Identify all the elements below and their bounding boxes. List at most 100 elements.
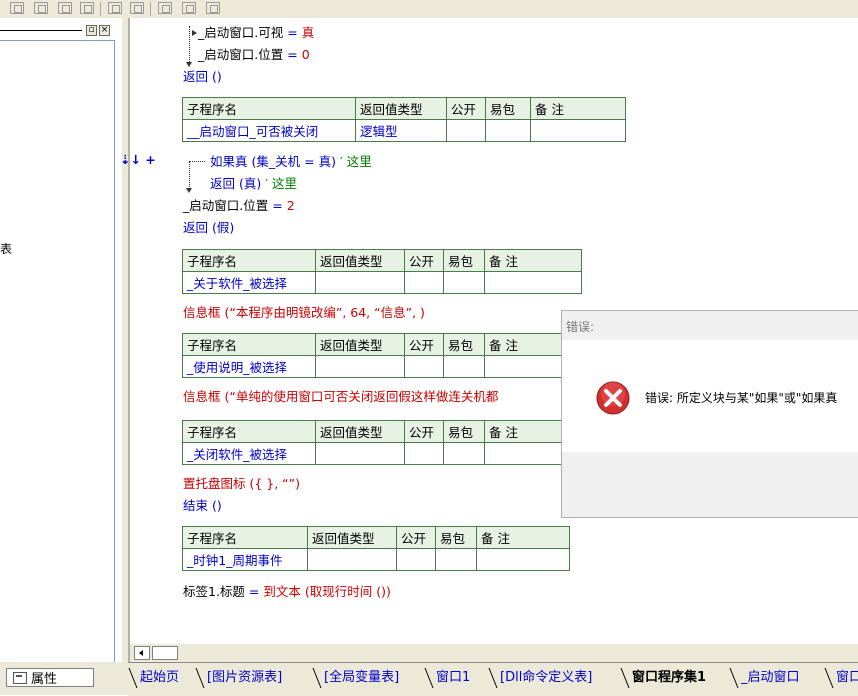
code-line[interactable]: 返回 (真) ′ 这里 — [210, 176, 297, 192]
table-header: 子程序名 — [182, 420, 316, 443]
horizontal-scrollbar[interactable] — [130, 644, 858, 662]
subroutine-table: 子程序名 返回值类型 公开 易包 备 注 _关闭软件_被选择 — [182, 420, 582, 465]
align-bottom-icon[interactable] — [80, 2, 94, 14]
table-header: 易包 — [443, 249, 485, 272]
code-line[interactable]: 置托盘图标 ({ }, “”) — [183, 476, 300, 492]
vertical-center-icon[interactable] — [182, 2, 196, 14]
table-header: 返回值类型 — [315, 333, 405, 356]
tab-separator — [195, 666, 205, 690]
code-line[interactable]: _启动窗口.位置 = 2 — [183, 198, 295, 214]
table-cell[interactable] — [485, 119, 531, 142]
table-header: 易包 — [443, 333, 485, 356]
table-cell[interactable]: _使用说明_被选择 — [182, 355, 316, 378]
align-center-icon[interactable] — [34, 2, 48, 14]
table-cell[interactable] — [446, 119, 486, 142]
tab-1[interactable]: [图片资源表] — [207, 668, 282, 688]
dialog-title: 错误: — [566, 320, 595, 334]
tab-separator — [729, 666, 739, 690]
table-header: 备 注 — [530, 97, 626, 120]
properties-label: 属性 — [31, 672, 58, 687]
code-line[interactable]: 信息框 (“单纯的使用窗口可否关闭返回假这样做连关机都 — [183, 389, 498, 405]
gutter-marker[interactable]: ⇣↓ + — [120, 152, 156, 168]
tab-5[interactable]: 窗口程序集1 — [632, 668, 706, 688]
equal-height-icon[interactable] — [130, 2, 144, 14]
table-header: 子程序名 — [182, 249, 316, 272]
table-cell[interactable]: _关于软件_被选择 — [182, 271, 316, 294]
center-both-icon[interactable] — [206, 2, 220, 14]
table-cell[interactable]: __启动窗口_可否被关闭 — [182, 119, 356, 142]
close-icon[interactable]: × — [99, 25, 110, 36]
code-line[interactable]: 返回 () — [183, 69, 222, 85]
tab-separator — [128, 666, 138, 690]
toolbar-separator — [150, 2, 151, 16]
table-cell[interactable] — [443, 271, 485, 294]
tab-separator — [488, 666, 498, 690]
table-cell[interactable] — [530, 119, 626, 142]
horizontal-center-icon[interactable] — [158, 2, 172, 14]
table-header: 公开 — [404, 420, 444, 443]
tab-3[interactable]: 窗口1 — [436, 668, 470, 688]
subroutine-table: 子程序名 返回值类型 公开 易包 备 注 _使用说明_被选择 — [182, 333, 582, 378]
scroll-thumb[interactable] — [152, 646, 178, 660]
scroll-left-arrow-icon[interactable] — [134, 646, 150, 660]
table-cell[interactable] — [404, 271, 444, 294]
left-panel-titlebar: ▫ × — [0, 24, 117, 38]
table-cell[interactable] — [476, 548, 570, 571]
toolbar-separator — [100, 2, 101, 16]
tab-separator — [620, 666, 630, 690]
tab-separator — [424, 666, 434, 690]
table-cell[interactable]: 逻辑型 — [355, 119, 447, 142]
table-header: 返回值类型 — [355, 97, 447, 120]
table-header: 子程序名 — [182, 97, 356, 120]
table-cell[interactable] — [435, 548, 477, 571]
code-line[interactable]: 标签1.标题 = 到文本 (取现行时间 ()) — [183, 584, 391, 600]
tab-2[interactable]: [全局变量表] — [324, 668, 399, 688]
equal-width-icon[interactable] — [108, 2, 122, 14]
dialog-message: 错误: 所定义块与某"如果"或"如果真 — [645, 391, 838, 405]
align-grid-icon[interactable] — [10, 2, 24, 14]
table-header: 返回值类型 — [315, 249, 405, 272]
subroutine-table: 子程序名 返回值类型 公开 易包 备 注 _时钟1_周期事件 — [182, 526, 570, 571]
subroutine-table: 子程序名 返回值类型 公开 易包 备 注 _关于软件_被选择 — [182, 249, 582, 294]
table-header: 公开 — [396, 526, 436, 549]
align-top-icon[interactable] — [58, 2, 72, 14]
table-header: 返回值类型 — [307, 526, 397, 549]
code-line[interactable]: 结束 () — [183, 498, 222, 514]
code-line[interactable]: 如果真 (集_关机 = 真) ′ 这里 — [210, 154, 372, 170]
table-cell[interactable] — [443, 355, 485, 378]
table-cell[interactable] — [443, 442, 485, 465]
table-cell[interactable] — [315, 355, 405, 378]
tab-0[interactable]: 起始页 — [140, 668, 179, 688]
flow-right-arrow-icon — [192, 30, 197, 36]
table-header: 易包 — [443, 420, 485, 443]
table-header: 备 注 — [476, 526, 570, 549]
table-header: 子程序名 — [182, 333, 316, 356]
table-cell[interactable] — [484, 271, 582, 294]
tab-6[interactable]: _启动窗口 — [741, 668, 800, 688]
table-cell[interactable] — [315, 271, 405, 294]
flow-line — [189, 161, 205, 162]
table-header: 易包 — [435, 526, 477, 549]
table-cell[interactable] — [307, 548, 397, 571]
table-cell[interactable]: _时钟1_周期事件 — [182, 548, 308, 571]
table-cell[interactable] — [396, 548, 436, 571]
flow-arrow-icon — [186, 62, 192, 67]
table-cell[interactable] — [315, 442, 405, 465]
code-line[interactable]: 返回 (假) — [183, 220, 234, 236]
tab-4[interactable]: [Dll命令定义表] — [500, 668, 592, 688]
properties-button[interactable]: 属性 — [6, 668, 94, 687]
table-header: 子程序名 — [182, 526, 308, 549]
tab-separator — [312, 666, 322, 690]
code-line[interactable]: _启动窗口.可视 = 真 — [198, 25, 314, 41]
error-icon — [595, 380, 631, 416]
tab-separator — [824, 666, 834, 690]
table-cell[interactable] — [404, 355, 444, 378]
code-line[interactable]: 信息框 (“本程序由明镜改编”, 64, “信息”, ) — [183, 305, 425, 321]
code-line[interactable]: _启动窗口.位置 = 0 — [198, 47, 310, 63]
tab-7[interactable]: 窗口 — [836, 668, 858, 688]
restore-icon[interactable]: ▫ — [86, 25, 97, 36]
table-header: 易包 — [485, 97, 531, 120]
table-cell[interactable] — [404, 442, 444, 465]
table-header: 备 注 — [484, 249, 582, 272]
table-cell[interactable]: _关闭软件_被选择 — [182, 442, 316, 465]
